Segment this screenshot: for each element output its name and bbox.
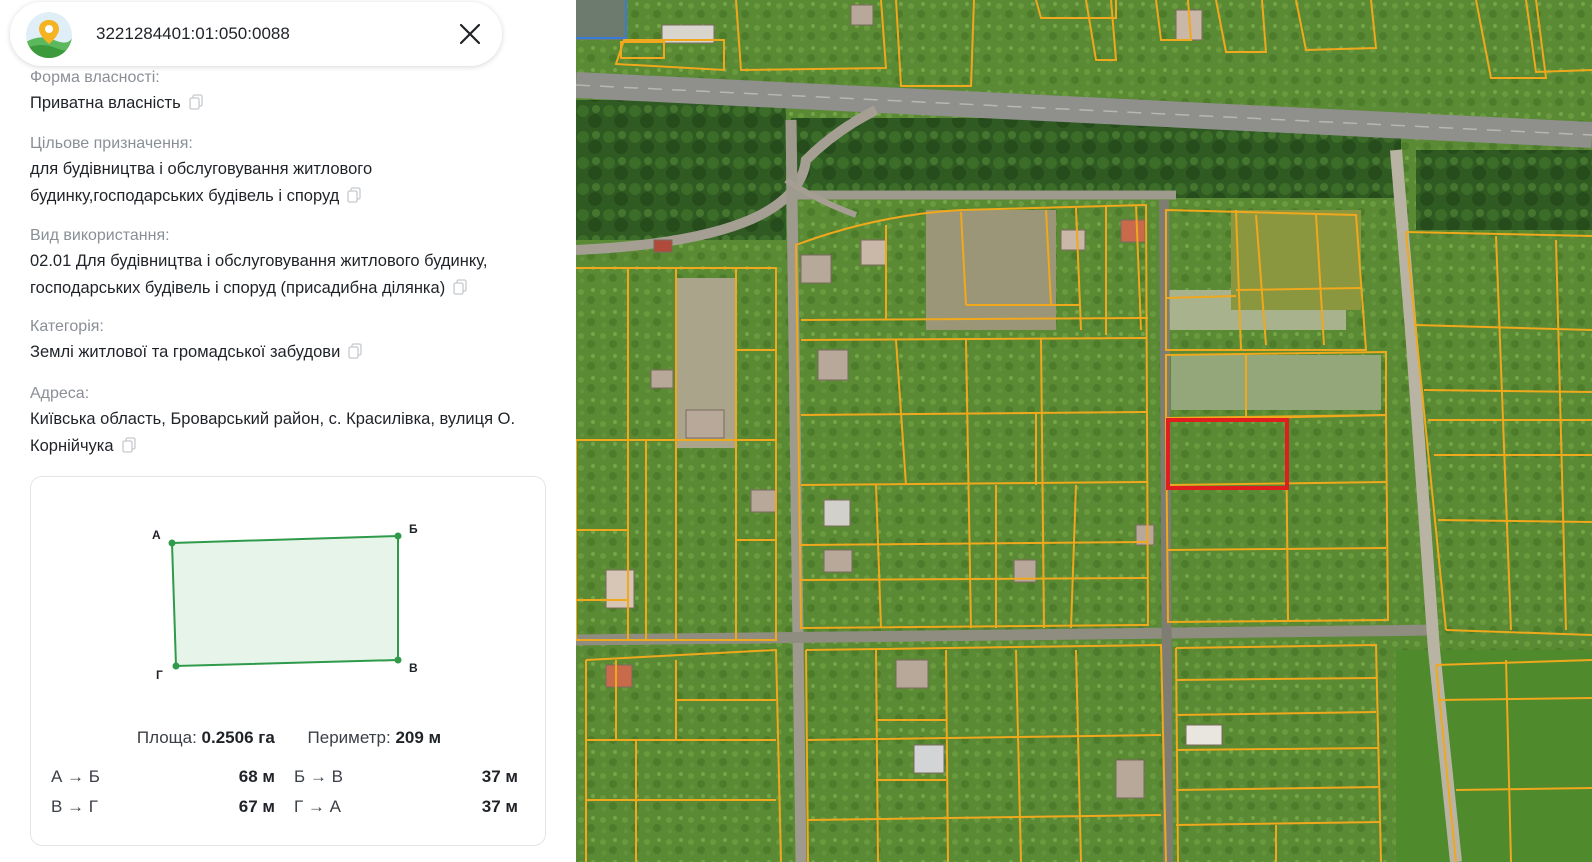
edge-ga-length: 37 м [481,797,518,816]
edge-bv-length: 37 м [481,767,518,786]
perimeter-value: 209 м [395,728,442,747]
vertex-b-point [394,532,402,540]
vertex-a-label: А [152,528,161,542]
search-bar [10,2,502,66]
vertex-a-point [168,539,176,547]
edge-ab-length: 68 м [238,767,275,786]
edge-vg-length: 67 м [238,797,275,816]
edge-vg-label: В → Г [51,797,98,816]
parcel-shape-diagram: А Б В Г [152,522,418,682]
copy-icon[interactable] [121,435,136,453]
vertex-v-label: В [409,661,418,675]
category-field: Категорія: Землі житлової та громадської… [30,316,550,366]
cadastral-search-input[interactable] [96,20,446,48]
tree-belt [576,0,626,40]
cadastral-map-layer[interactable] [576,0,1592,862]
ownership-label: Форма власності: [30,69,160,86]
area-label: Площа: [136,728,197,747]
edge-bv-label: Б → В [294,767,343,786]
purpose-label: Цільове призначення: [30,135,193,152]
vertex-b-label: Б [409,522,418,536]
copy-icon[interactable] [453,277,467,295]
purpose-value: для будівництва і обслуговування житлово… [30,160,373,205]
usage-type-label: Вид використання: [30,227,170,244]
satellite-map[interactable] [576,0,1592,862]
ownership-value: Приватна власність [30,94,181,112]
copy-icon[interactable] [348,341,362,359]
parcel-plan-card: А Б В Г Площа: 0.2506 га Периметр: 209 м… [30,476,546,846]
category-label: Категорія: [30,318,104,335]
vertex-v-point [394,656,402,664]
usage-type-value: 02.01 Для будівництва і обслуговування ж… [30,252,488,297]
perimeter-label: Периметр: [307,728,391,747]
address-field: Адреса: Київська область, Броварський ра… [30,383,540,460]
parcel-polygon [170,534,399,668]
bare-field [926,210,1056,330]
tree-belt [1416,150,1592,230]
area-value: 0.2506 га [201,728,275,747]
copy-icon[interactable] [189,92,203,110]
address-label: Адреса: [30,385,90,402]
address-value: Київська область, Броварський район, с. … [30,410,516,455]
edge-ga-label: Г → А [294,797,341,816]
copy-icon[interactable] [347,185,361,203]
usage-type-field: Вид використання: 02.01 Для будівництва … [30,225,530,302]
vertex-g-point [172,662,180,670]
bare-field [1396,650,1592,862]
parcel-info-panel: Форма власності: Приватна власність Ціль… [0,0,576,862]
map-pin-logo-icon [26,12,72,58]
close-icon[interactable] [456,20,484,48]
bare-field [1231,210,1361,310]
purpose-field: Цільове призначення: для будівництва і о… [30,133,410,210]
bare-field [1171,355,1381,410]
parcel-summary: Площа: 0.2506 га Периметр: 209 м [31,728,547,748]
ownership-field: Форма власності: Приватна власність [30,67,550,117]
vertex-g-label: Г [156,668,163,682]
category-value: Землі житлової та громадської забудови [30,343,341,361]
edge-ab-label: А → Б [51,767,100,786]
